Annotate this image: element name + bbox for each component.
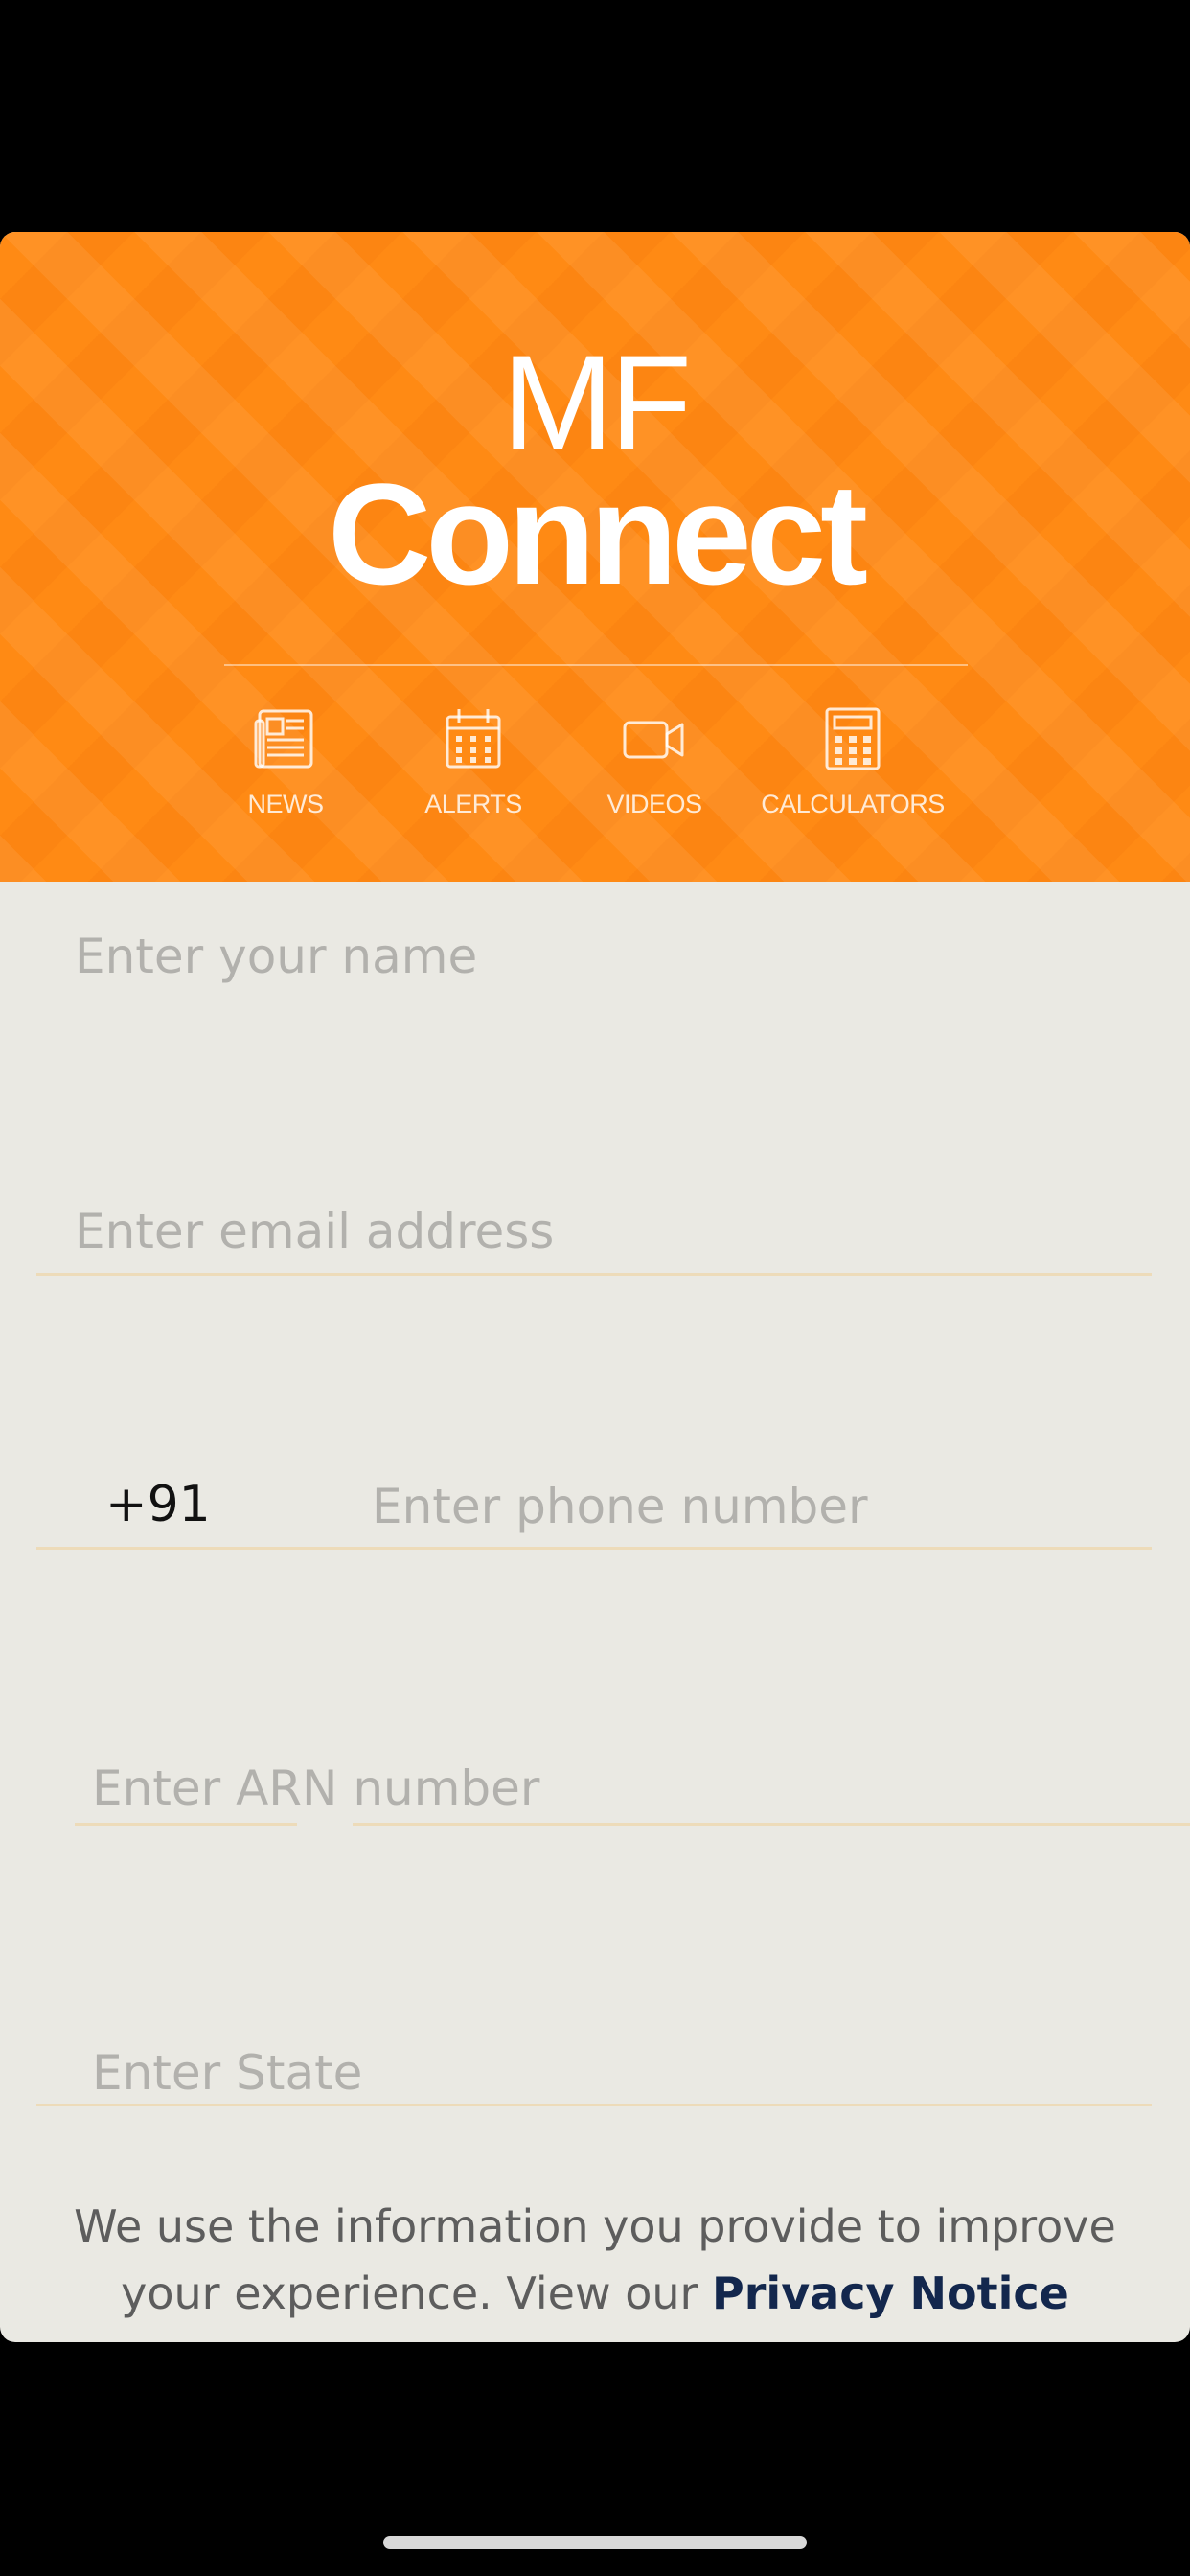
name-input[interactable] [75,918,1148,995]
nav-item-alerts: ALERTS [368,707,579,832]
privacy-notice-text: We use the information you provide to im… [38,2193,1152,2327]
app-header: MF Connect NEWS ALERTS VIDEOS CALCULATOR… [0,232,1190,882]
calculator-icon [825,707,881,770]
nav-item-calculators: CALCULATORS [747,707,958,832]
country-code-selector[interactable]: +91 [105,1476,211,1533]
calendar-icon [446,709,501,769]
email-field-wrapper [75,1193,1148,1270]
arn-input[interactable] [92,1750,1146,1827]
state-input[interactable] [92,2035,1146,2111]
nav-label-alerts: ALERTS [424,790,522,818]
nav-label-news: NEWS [247,790,325,818]
logo-line1: MF [501,327,692,477]
privacy-notice-link[interactable]: Privacy Notice [712,2267,1069,2319]
nav-item-videos: VIDEOS [549,707,760,832]
video-camera-icon [623,721,684,759]
nav-label-videos: VIDEOS [606,790,702,818]
phone-field-wrapper [372,1468,1186,1545]
state-field-wrapper [92,2035,1146,2111]
newspaper-icon [254,709,313,769]
phone-input[interactable] [372,1468,1186,1545]
signup-card: MF Connect NEWS ALERTS VIDEOS CALCULATOR… [0,232,1190,2342]
home-indicator [383,2536,807,2549]
email-underline [36,1547,1152,1550]
nav-label-calculators: CALCULATORS [761,790,945,818]
name-underline [36,1273,1152,1276]
logo-line2: Connect [328,453,868,614]
email-input[interactable] [75,1193,1148,1270]
name-field-wrapper [75,918,1148,995]
arn-field-wrapper [92,1750,1146,1827]
header-divider [224,664,968,666]
nav-item-news: NEWS [180,707,391,832]
